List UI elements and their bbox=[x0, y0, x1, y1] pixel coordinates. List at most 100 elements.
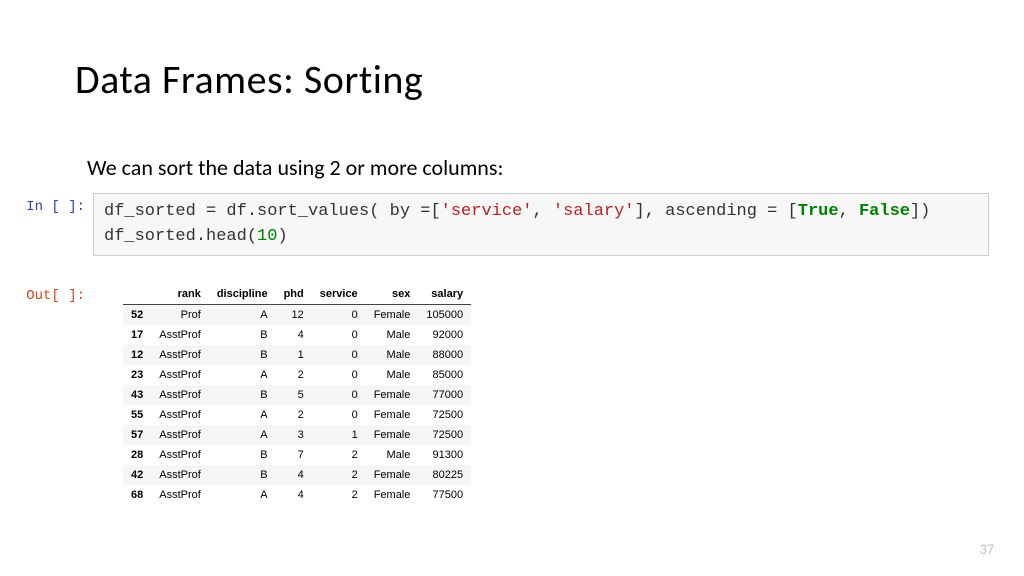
cell: AsstProf bbox=[151, 445, 209, 465]
cell: 7 bbox=[276, 445, 312, 465]
cell: 4 bbox=[276, 465, 312, 485]
col-header: discipline bbox=[209, 284, 276, 305]
cell: 2 bbox=[312, 445, 366, 465]
table-row: 52ProfA120Female105000 bbox=[123, 305, 471, 326]
row-index: 57 bbox=[123, 425, 151, 445]
cell: 80225 bbox=[418, 465, 471, 485]
cell: AsstProf bbox=[151, 405, 209, 425]
cell: 88000 bbox=[418, 345, 471, 365]
row-index: 17 bbox=[123, 325, 151, 345]
cell: 2 bbox=[312, 485, 366, 505]
cell: AsstProf bbox=[151, 365, 209, 385]
table-row: 57AsstProfA31Female72500 bbox=[123, 425, 471, 445]
cell: 77000 bbox=[418, 385, 471, 405]
cell: 0 bbox=[312, 325, 366, 345]
cell: 77500 bbox=[418, 485, 471, 505]
cell: 0 bbox=[312, 365, 366, 385]
code-line-2: df_sorted.head(10) bbox=[104, 225, 978, 250]
table-row: 55AsstProfA20Female72500 bbox=[123, 405, 471, 425]
cell: B bbox=[209, 345, 276, 365]
cell: 2 bbox=[276, 405, 312, 425]
row-index: 42 bbox=[123, 465, 151, 485]
col-header: salary bbox=[418, 284, 471, 305]
row-index: 55 bbox=[123, 405, 151, 425]
cell: 91300 bbox=[418, 445, 471, 465]
cell: 4 bbox=[276, 325, 312, 345]
input-cell: In [ ]: df_sorted = df.sort_values( by =… bbox=[23, 193, 989, 256]
page-number: 37 bbox=[980, 541, 994, 558]
cell: B bbox=[209, 445, 276, 465]
cell: AsstProf bbox=[151, 465, 209, 485]
cell: Prof bbox=[151, 305, 209, 326]
cell: 105000 bbox=[418, 305, 471, 326]
row-index: 12 bbox=[123, 345, 151, 365]
cell: 5 bbox=[276, 385, 312, 405]
cell: 3 bbox=[276, 425, 312, 445]
table-body: 52ProfA120Female10500017AsstProfB40Male9… bbox=[123, 305, 471, 506]
cell: Female bbox=[366, 485, 419, 505]
cell: 4 bbox=[276, 485, 312, 505]
table-row: 28AsstProfB72Male91300 bbox=[123, 445, 471, 465]
cell: A bbox=[209, 425, 276, 445]
cell: A bbox=[209, 405, 276, 425]
cell: Female bbox=[366, 305, 419, 326]
cell: A bbox=[209, 305, 276, 326]
cell: B bbox=[209, 325, 276, 345]
cell: AsstProf bbox=[151, 485, 209, 505]
table-row: 42AsstProfB42Female80225 bbox=[123, 465, 471, 485]
cell: 0 bbox=[312, 405, 366, 425]
row-index: 52 bbox=[123, 305, 151, 326]
row-index: 23 bbox=[123, 365, 151, 385]
cell: 0 bbox=[312, 385, 366, 405]
col-header: service bbox=[312, 284, 366, 305]
cell: Female bbox=[366, 465, 419, 485]
cell: A bbox=[209, 365, 276, 385]
cell: 2 bbox=[312, 465, 366, 485]
cell: 72500 bbox=[418, 425, 471, 445]
row-index: 43 bbox=[123, 385, 151, 405]
cell: 2 bbox=[276, 365, 312, 385]
cell: 72500 bbox=[418, 405, 471, 425]
cell: B bbox=[209, 465, 276, 485]
cell: 0 bbox=[312, 305, 366, 326]
dataframe-table: rank discipline phd service sex salary 5… bbox=[123, 284, 471, 505]
cell: AsstProf bbox=[151, 325, 209, 345]
col-header: phd bbox=[276, 284, 312, 305]
cell: B bbox=[209, 385, 276, 405]
table-row: 68AsstProfA42Female77500 bbox=[123, 485, 471, 505]
row-index: 28 bbox=[123, 445, 151, 465]
cell: Male bbox=[366, 365, 419, 385]
index-header bbox=[123, 284, 151, 305]
table-row: 23AsstProfA20Male85000 bbox=[123, 365, 471, 385]
slide: Data Frames: Sorting We can sort the dat… bbox=[0, 0, 1024, 576]
cell: A bbox=[209, 485, 276, 505]
code-line-1: df_sorted = df.sort_values( by =['servic… bbox=[104, 200, 978, 225]
code-block: df_sorted = df.sort_values( by =['servic… bbox=[93, 193, 989, 256]
cell: 1 bbox=[276, 345, 312, 365]
cell: 92000 bbox=[418, 325, 471, 345]
col-header: rank bbox=[151, 284, 209, 305]
output-cell: Out[ ]: rank discipline phd service sex … bbox=[23, 284, 949, 505]
table-header-row: rank discipline phd service sex salary bbox=[123, 284, 471, 305]
out-prompt: Out[ ]: bbox=[23, 284, 93, 304]
table-row: 12AsstProfB10Male88000 bbox=[123, 345, 471, 365]
body-text: We can sort the data using 2 or more col… bbox=[87, 154, 949, 181]
col-header: sex bbox=[366, 284, 419, 305]
cell: AsstProf bbox=[151, 425, 209, 445]
cell: Female bbox=[366, 425, 419, 445]
cell: AsstProf bbox=[151, 345, 209, 365]
cell: 85000 bbox=[418, 365, 471, 385]
table-row: 17AsstProfB40Male92000 bbox=[123, 325, 471, 345]
table-row: 43AsstProfB50Female77000 bbox=[123, 385, 471, 405]
cell: Male bbox=[366, 345, 419, 365]
cell: Male bbox=[366, 445, 419, 465]
cell: Male bbox=[366, 325, 419, 345]
page-title: Data Frames: Sorting bbox=[75, 55, 949, 104]
cell: Female bbox=[366, 405, 419, 425]
cell: Female bbox=[366, 385, 419, 405]
cell: 12 bbox=[276, 305, 312, 326]
cell: 0 bbox=[312, 345, 366, 365]
in-prompt: In [ ]: bbox=[23, 193, 93, 215]
cell: AsstProf bbox=[151, 385, 209, 405]
row-index: 68 bbox=[123, 485, 151, 505]
